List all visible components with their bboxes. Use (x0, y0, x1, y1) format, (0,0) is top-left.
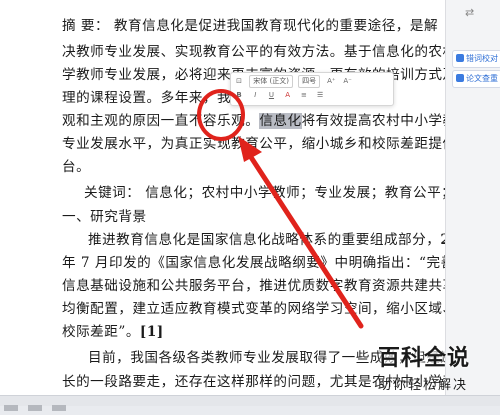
button-label: 错词校对 (466, 54, 498, 63)
button-label: 论文查重 (466, 74, 498, 83)
underline-button[interactable]: U (265, 90, 277, 101)
watermark-title: 百科全说 (378, 346, 471, 371)
check-icon (456, 54, 464, 62)
font-size-select[interactable]: 四号 (298, 75, 321, 88)
page-count-indicator (4, 405, 18, 411)
italic-button[interactable]: I (249, 90, 261, 101)
doc-text: 观和主观的原因一直不容乐观。 (62, 113, 260, 129)
doc-text: 校际差距”。 (62, 324, 140, 340)
document-icon (456, 74, 464, 82)
doc-text: 推进教育信息化是国家信息化战略体系的重要组成部分， (88, 232, 441, 248)
doc-line: 专业发展水平，为真正实现教育公平，缩小城乡和校际差距提供平 (62, 136, 445, 152)
doc-text: 将有效提高农村中小学教师的 (301, 113, 445, 129)
spell-check-indicator (52, 405, 66, 411)
align-icon[interactable]: ≡ (298, 90, 310, 101)
floating-format-toolbar: ⊡ 宋体 (正文) 四号 A⁺ A⁻ B I U A ≡ ☰ (230, 72, 394, 106)
watermark-subtitle: 助你轻松解决 (378, 378, 469, 393)
doc-line: 决教师专业发展、实现教育公平的有效方法。基于信息化的农村中小 (62, 44, 445, 60)
doc-line: 年 7 月印发的《国家信息化发展战略纲要》中明确指出：“完善教育 (62, 255, 445, 271)
doc-line: 信息基础设施和公共服务平台，推进优质数字教育资源共建共享和 (62, 278, 445, 294)
typo-check-button[interactable]: 错词校对 (452, 50, 500, 68)
bold-button[interactable]: B (233, 90, 245, 101)
citation[interactable]: [1] (140, 324, 164, 340)
font-style-icon[interactable]: ⊡ (233, 76, 245, 87)
doc-line: 观和主观的原因一直不容乐观。信息化将有效提高农村中小学教师的 (62, 109, 445, 129)
doc-line: 摘 要： 教育信息化是促进我国教育现代化的重要途径，是解 (62, 18, 439, 34)
plagiarism-check-button[interactable]: 论文查重 (452, 70, 500, 88)
selected-text[interactable]: 信息化 (259, 113, 302, 129)
keywords-line: 关键词： 信息化；农村中小学教师；专业发展；教育公平； (84, 185, 445, 201)
doc-line: 台。 (62, 159, 91, 175)
document-page[interactable]: 摘 要： 教育信息化是促进我国教育现代化的重要途径，是解 决教师专业发展、实现教… (0, 0, 445, 395)
status-bar (0, 395, 500, 411)
right-side-panel: 错词校对 论文查重 (445, 0, 500, 395)
section-heading: 一、研究背景 (62, 209, 147, 225)
shrink-font-button[interactable]: A⁻ (342, 76, 354, 87)
font-color-button[interactable]: A (282, 90, 294, 101)
watermark: 百科全说 助你轻松解决 (378, 340, 498, 396)
doc-line: 推进教育信息化是国家信息化战略体系的重要组成部分，2016 (88, 228, 445, 248)
doc-line: 均衡配置，建立适应教育模式变革的网络学习空间，缩小区域、城乡、 (62, 301, 445, 317)
doc-line: 校际差距”。[1] (62, 320, 164, 340)
grow-font-button[interactable]: A⁺ (325, 76, 337, 87)
word-count-indicator (28, 405, 42, 411)
list-icon[interactable]: ☰ (314, 90, 326, 101)
panel-toggle-icon[interactable]: ⇄ (465, 6, 479, 20)
font-name-select[interactable]: 宋体 (正文) (249, 75, 293, 88)
